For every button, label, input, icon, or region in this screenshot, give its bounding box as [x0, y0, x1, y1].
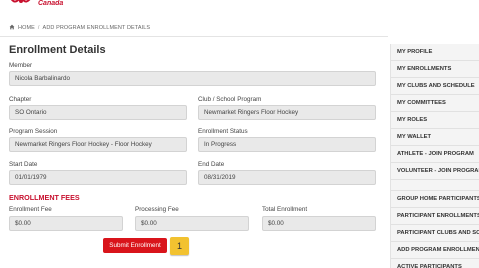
sidebar-section-divider: [391, 180, 479, 191]
page-title: Enrollment Details: [9, 44, 106, 56]
sidebar-item-my-roles[interactable]: MY ROLES: [391, 112, 479, 129]
club-field[interactable]: Newmarket Ringers Floor Hockey: [198, 105, 376, 120]
special-olympics-logo: [11, 0, 31, 3]
start-date-field[interactable]: 01/01/1979: [9, 170, 187, 185]
total-enrollment-label: Total Enrollment: [262, 206, 308, 213]
session-field[interactable]: Newmarket Ringers Floor Hockey - Floor H…: [9, 137, 187, 152]
status-field[interactable]: In Progress: [198, 137, 376, 152]
sidebar-item-athlete-join-program[interactable]: ATHLETE - JOIN PROGRAM: [391, 146, 479, 163]
start-date-label: Start Date: [9, 161, 38, 168]
sidebar-item-my-enrollments[interactable]: MY ENROLLMENTS: [391, 61, 479, 78]
submit-enrollment-button[interactable]: Submit Enrollment: [103, 238, 167, 253]
sidebar-item-active-participants[interactable]: ACTIVE PARTICIPANTS: [391, 259, 479, 268]
sidebar-item-my-wallet[interactable]: MY WALLET: [391, 129, 479, 146]
brand-name: Canada: [38, 0, 64, 7]
home-icon[interactable]: [9, 24, 15, 32]
enrollment-fee-field[interactable]: $0.00: [9, 216, 123, 231]
end-date-field[interactable]: 08/31/2019: [198, 170, 376, 185]
sidebar-item-participant-enrollments[interactable]: PARTICIPANT ENROLLMENTS: [391, 208, 479, 225]
step-badge: 1: [170, 237, 189, 255]
end-date-label: End Date: [198, 161, 225, 168]
header-divider: [0, 36, 388, 37]
breadcrumb-home-link[interactable]: HOME: [18, 25, 35, 31]
chapter-field[interactable]: SO Ontario: [9, 105, 187, 120]
sidebar-item-participant-clubs-and-schedule[interactable]: PARTICIPANT CLUBS AND SCHEDULE: [391, 225, 479, 242]
processing-fee-label: Processing Fee: [135, 206, 179, 213]
total-enrollment-field[interactable]: $0.00: [262, 216, 376, 231]
breadcrumb: HOME / ADD PROGRAM ENROLLMENT DETAILS: [9, 24, 150, 32]
sidebar-nav: MY PROFILE MY ENROLLMENTS MY CLUBS AND S…: [390, 44, 479, 268]
member-field[interactable]: Nicola Barbalinardo: [9, 71, 376, 86]
sidebar-item-my-clubs-and-schedule[interactable]: MY CLUBS AND SCHEDULE: [391, 78, 479, 95]
sidebar-item-my-committees[interactable]: MY COMMITTEES: [391, 95, 479, 112]
member-label: Member: [9, 62, 33, 69]
session-label: Program Session: [9, 128, 58, 135]
breadcrumb-current: ADD PROGRAM ENROLLMENT DETAILS: [42, 25, 151, 31]
sidebar-item-group-home-participants[interactable]: GROUP HOME PARTICIPANTS: [391, 191, 479, 208]
enrollment-fees-title: ENROLLMENT FEES: [9, 193, 80, 202]
sidebar-item-add-program-enrollment[interactable]: ADD PROGRAM ENROLLMENT: [391, 242, 479, 259]
status-label: Enrollment Status: [198, 128, 248, 135]
club-label: Club / School Program: [198, 96, 262, 103]
processing-fee-field[interactable]: $0.00: [135, 216, 249, 231]
chapter-label: Chapter: [9, 96, 32, 103]
breadcrumb-separator: /: [37, 25, 40, 31]
enrollment-fee-label: Enrollment Fee: [9, 206, 52, 213]
sidebar-item-volunteer-join-program[interactable]: VOLUNTEER - JOIN PROGRAM: [391, 163, 479, 180]
sidebar-item-my-profile[interactable]: MY PROFILE: [391, 44, 479, 61]
